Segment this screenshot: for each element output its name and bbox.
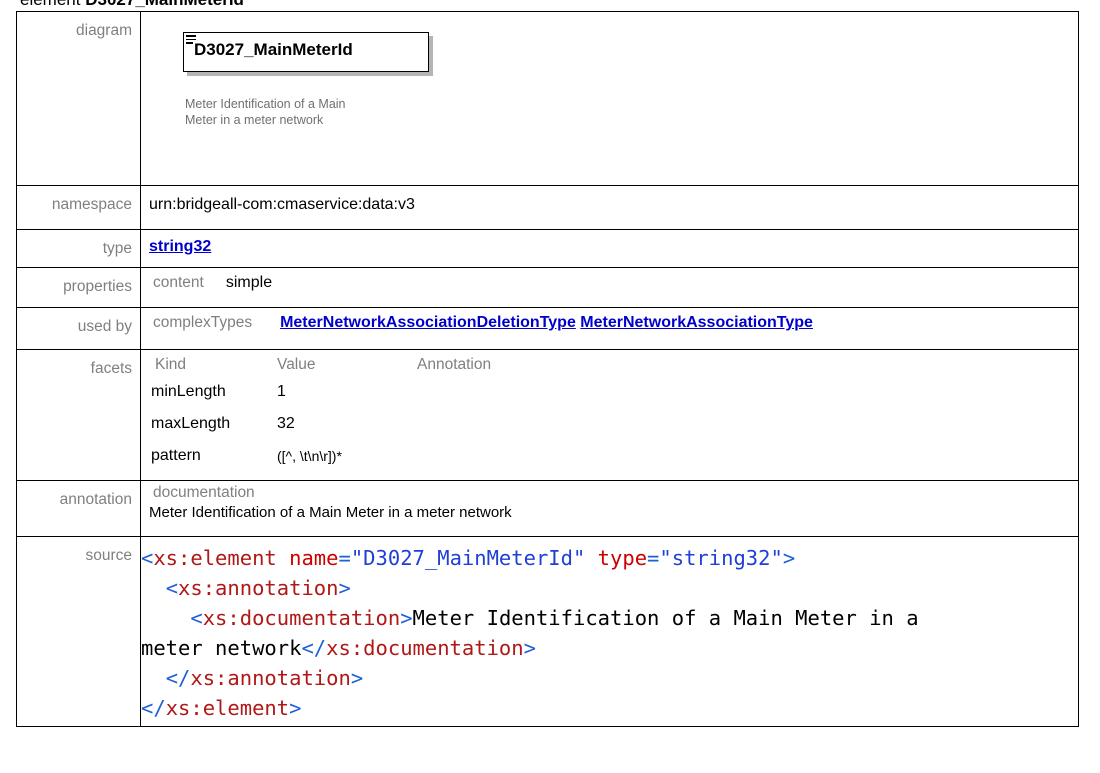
label-facets: facets <box>16 349 141 481</box>
facet-kind: pattern <box>151 447 201 464</box>
facet-value: 1 <box>277 383 286 400</box>
xml-attr-value: "D3027_MainMeterId" <box>350 546 586 570</box>
used-by-link-deletion-type[interactable]: MeterNetworkAssociationDeletionType <box>280 314 576 331</box>
properties-cell: content simple <box>140 267 1079 308</box>
type-link[interactable]: string32 <box>149 238 211 255</box>
xml-tag: xs:documentation <box>326 636 524 660</box>
row-properties: properties content simple <box>16 267 1079 308</box>
annotation-cell: documentation Meter Identification of a … <box>140 480 1079 537</box>
xml-text: Meter Identification of a Main Meter in … <box>412 606 919 630</box>
facet-row: maxLength 32 <box>145 408 1078 440</box>
row-type: type string32 <box>16 229 1079 268</box>
xml-attr-name: name <box>289 546 339 570</box>
facets-table: Kind Value Annotation minLength 1 maxLen… <box>141 350 1078 480</box>
row-namespace: namespace urn:bridgeall-com:cmaservice:d… <box>16 185 1079 230</box>
xml-text: meter network <box>141 636 302 660</box>
namespace-value: urn:bridgeall-com:cmaservice:data:v3 <box>140 185 1079 230</box>
xml-tag: xs:annotation <box>190 666 351 690</box>
label-type: type <box>16 229 141 268</box>
diagram-cell: D3027_MainMeterId Meter Identification o… <box>140 11 1079 186</box>
heading-element-name: D3027_MainMeterId <box>85 0 244 9</box>
xml-tag: xs:element <box>153 546 277 570</box>
xml-attr-name: type <box>597 546 648 570</box>
element-box[interactable]: D3027_MainMeterId <box>183 32 429 72</box>
label-properties: properties <box>16 267 141 308</box>
facet-kind: maxLength <box>151 415 231 432</box>
row-used-by: used by complexTypes MeterNetworkAssocia… <box>16 307 1079 350</box>
facets-header-kind: Kind <box>155 356 187 373</box>
row-source: source <xs:element name="D3027_MainMeter… <box>16 536 1079 727</box>
annotation-text: Meter Identification of a Main Meter in … <box>149 504 512 521</box>
properties-value: simple <box>225 274 273 291</box>
xml-tag: xs:annotation <box>178 576 339 600</box>
xml-attr-value: "string32" <box>659 546 783 570</box>
xml-source-code: <xs:element name="D3027_MainMeterId" typ… <box>141 546 919 720</box>
xml-tag: xs:documentation <box>202 606 401 630</box>
properties-key: content <box>153 274 204 291</box>
used-by-link-association-type[interactable]: MeterNetworkAssociationType <box>580 314 813 331</box>
facets-header-annotation: Annotation <box>417 356 492 373</box>
label-source: source <box>16 536 141 727</box>
heading-prefix: element <box>20 0 80 9</box>
row-annotation: annotation documentation Meter Identific… <box>16 480 1079 537</box>
used-by-key: complexTypes <box>153 314 253 331</box>
facets-cell: Kind Value Annotation minLength 1 maxLen… <box>140 349 1079 481</box>
source-cell: <xs:element name="D3027_MainMeterId" typ… <box>140 536 1079 727</box>
facet-kind: minLength <box>151 383 226 400</box>
diagram-area: D3027_MainMeterId Meter Identification o… <box>149 12 1078 180</box>
element-box-name: D3027_MainMeterId <box>194 40 353 59</box>
label-used-by: used by <box>16 307 141 350</box>
facet-value: ([^, \t\n\r])* <box>277 448 342 464</box>
facet-row: pattern ([^, \t\n\r])* <box>145 440 1078 472</box>
facets-header-value: Value <box>277 356 316 373</box>
row-diagram: diagram D3027_MainMeterId Meter Identifi… <box>16 11 1079 186</box>
annotation-key: documentation <box>153 484 255 501</box>
diagram-documentation: Meter Identification of a Main Meter in … <box>185 97 346 127</box>
used-by-cell: complexTypes MeterNetworkAssociationDele… <box>140 307 1079 350</box>
row-facets: facets Kind Value Annotation minLength 1… <box>16 349 1079 481</box>
element-doc-table: diagram D3027_MainMeterId Meter Identifi… <box>16 11 1079 727</box>
facet-row: minLength 1 <box>145 376 1078 408</box>
facet-value: 32 <box>277 415 295 432</box>
label-annotation: annotation <box>16 480 141 537</box>
xml-tag: xs:element <box>165 696 290 720</box>
label-namespace: namespace <box>16 185 141 230</box>
label-diagram: diagram <box>16 11 141 186</box>
